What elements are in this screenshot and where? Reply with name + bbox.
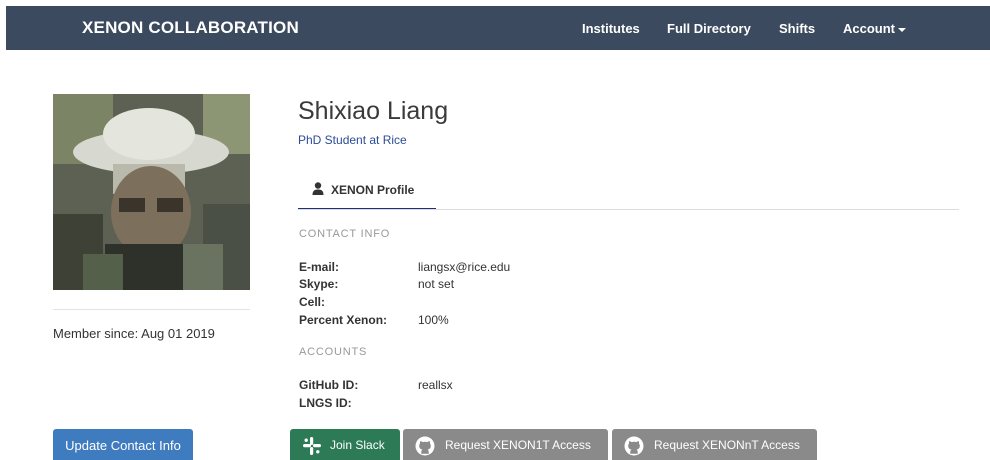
update-contact-info-button[interactable]: Update Contact Info xyxy=(53,429,193,460)
caret-down-icon xyxy=(898,27,906,32)
github-id-value: reallsx xyxy=(418,378,453,392)
profile-role-link[interactable]: PhD Student at Rice xyxy=(298,133,407,147)
github-icon xyxy=(624,436,644,456)
email-label: E-mail: xyxy=(299,260,340,274)
user-icon xyxy=(312,182,324,195)
request-xenonnt-button[interactable]: Request XENONnT Access xyxy=(612,429,817,460)
nav-shifts[interactable]: Shifts xyxy=(779,21,815,36)
github-id-label: GitHub ID: xyxy=(299,378,359,392)
brand-link[interactable]: XENON COLLABORATION xyxy=(82,18,299,38)
skype-value: not set xyxy=(418,277,455,291)
request-xenonnt-label: Request XENONnT Access xyxy=(654,438,800,452)
nav-account-dropdown[interactable]: Account xyxy=(843,21,906,36)
join-slack-button[interactable]: Join Slack xyxy=(290,429,400,460)
tab-label: XENON Profile xyxy=(331,183,415,197)
accounts-heading: ACCOUNTS xyxy=(299,346,368,358)
nav-institutes[interactable]: Institutes xyxy=(582,21,640,36)
github-icon xyxy=(415,436,435,456)
member-since: Member since: Aug 01 2019 xyxy=(53,326,215,341)
nav-full-directory[interactable]: Full Directory xyxy=(667,21,751,36)
nav-account-label: Account xyxy=(843,21,895,36)
profile-name: Shixiao Liang xyxy=(298,97,449,125)
profile-photo-image xyxy=(53,94,250,290)
contact-info-heading: CONTACT INFO xyxy=(299,228,391,240)
request-xenon1t-label: Request XENON1T Access xyxy=(445,438,591,452)
skype-label: Skype: xyxy=(299,277,339,291)
sidebar-divider xyxy=(53,309,250,310)
profile-photo xyxy=(53,94,250,290)
request-xenon1t-button[interactable]: Request XENON1T Access xyxy=(403,429,608,460)
cell-label: Cell: xyxy=(299,295,326,309)
join-slack-label: Join Slack xyxy=(330,438,385,452)
tab-underline-rule xyxy=(298,209,959,210)
lngs-id-label: LNGS ID: xyxy=(299,396,352,410)
percent-xenon-label: Percent Xenon: xyxy=(299,313,388,327)
tab-xenon-profile[interactable]: XENON Profile xyxy=(298,178,436,210)
percent-xenon-value: 100% xyxy=(418,313,449,327)
email-value: liangsx@rice.edu xyxy=(418,260,511,274)
top-navbar: XENON COLLABORATION Institutes Full Dire… xyxy=(6,6,990,50)
slack-icon xyxy=(303,437,321,455)
